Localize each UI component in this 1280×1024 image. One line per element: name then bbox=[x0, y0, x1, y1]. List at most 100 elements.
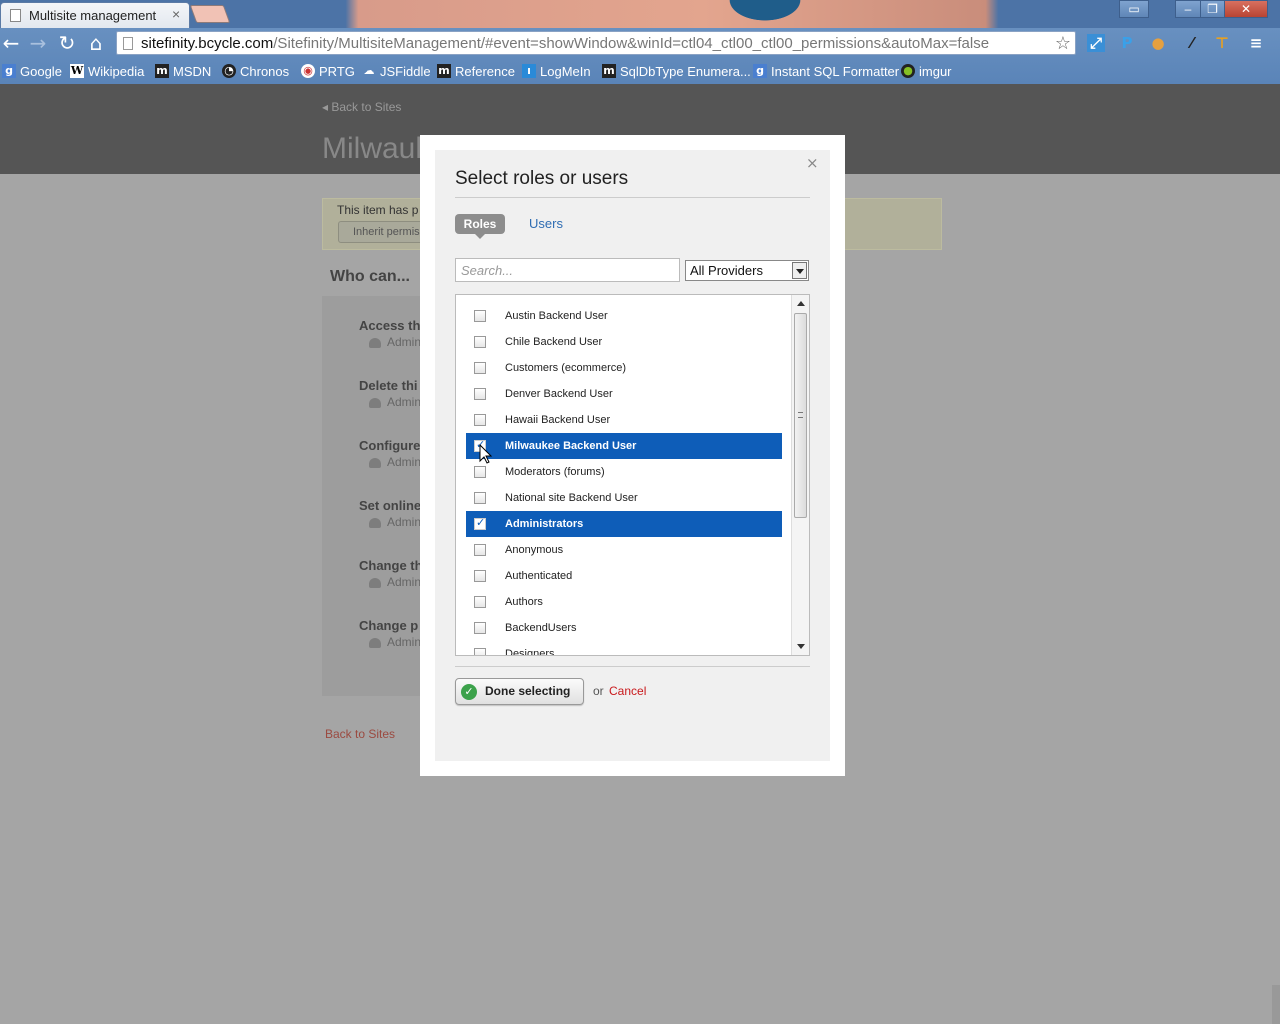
role-list-item[interactable]: Authenticated bbox=[466, 563, 782, 589]
bookmark-jsfiddle[interactable]: ☁ JSFiddle bbox=[362, 62, 431, 80]
new-tab-button[interactable] bbox=[189, 5, 231, 23]
chevron-down-icon[interactable] bbox=[792, 262, 807, 279]
url-text: sitefinity.bcycle.com/Sitefinity/Multisi… bbox=[141, 35, 990, 52]
role-list-item[interactable]: BackendUsers bbox=[466, 615, 782, 641]
role-checkbox[interactable] bbox=[474, 466, 486, 478]
tab-roles[interactable]: Roles bbox=[455, 214, 505, 234]
menu-icon[interactable]: ≡ bbox=[1247, 34, 1265, 52]
permission-name: Configure bbox=[359, 438, 421, 453]
role-label: Chile Backend User bbox=[505, 336, 603, 348]
permission-item[interactable]: Change p Admini bbox=[359, 618, 424, 649]
page-scrollbar[interactable] bbox=[1272, 985, 1280, 1024]
minimize-icon[interactable]: – bbox=[1175, 0, 1201, 18]
role-checkbox[interactable] bbox=[474, 648, 486, 655]
role-list-item[interactable]: Anonymous bbox=[466, 537, 782, 563]
bookmark-imgur[interactable]: ● imgur bbox=[901, 62, 952, 80]
back-to-sites-link-top[interactable]: ◂ Back to Sites bbox=[322, 100, 401, 114]
role-list-item[interactable]: Designers bbox=[466, 641, 782, 655]
users-icon bbox=[369, 637, 381, 648]
profile-icon[interactable]: ▭ bbox=[1119, 0, 1149, 18]
done-selecting-button[interactable]: ✓ Done selecting bbox=[455, 678, 584, 705]
back-to-sites-link-bottom[interactable]: Back to Sites bbox=[325, 727, 395, 741]
close-icon[interactable]: × bbox=[806, 154, 819, 172]
browser-tab-active[interactable]: Multisite management × bbox=[0, 2, 190, 28]
bookmark-msdn[interactable]: m MSDN bbox=[155, 62, 211, 80]
bookmark-prtg[interactable]: ◉ PRTG bbox=[301, 62, 355, 80]
role-list-item[interactable]: Hawaii Backend User bbox=[466, 407, 782, 433]
roles-list-scrollbar[interactable] bbox=[791, 295, 809, 655]
bookmark-logmein[interactable]: ı LogMeIn bbox=[522, 62, 591, 80]
bookmark-chronos[interactable]: ◔ Chronos bbox=[222, 62, 289, 80]
scroll-down-icon[interactable] bbox=[797, 644, 805, 649]
permission-item[interactable]: Delete thi Admini bbox=[359, 378, 424, 409]
permission-item[interactable]: Change th Admini bbox=[359, 558, 424, 589]
role-label: Administrators bbox=[505, 518, 584, 530]
scroll-up-icon[interactable] bbox=[797, 301, 805, 306]
bookmark-reference[interactable]: m Reference bbox=[437, 62, 515, 80]
close-window-icon[interactable]: ✕ bbox=[1224, 0, 1268, 18]
sqldbtype-icon: m bbox=[602, 64, 616, 78]
search-input[interactable] bbox=[455, 258, 680, 282]
users-icon bbox=[369, 337, 381, 348]
dialog-title: Select roles or users bbox=[455, 168, 629, 189]
role-list-item[interactable]: National site Backend User bbox=[466, 485, 782, 511]
home-icon[interactable]: ⌂ bbox=[85, 31, 107, 55]
role-list-item[interactable]: Moderators (forums) bbox=[466, 459, 782, 485]
role-checkbox[interactable] bbox=[474, 570, 486, 582]
role-checkbox[interactable] bbox=[474, 596, 486, 608]
restore-icon[interactable]: ❐ bbox=[1200, 0, 1225, 18]
role-list-item[interactable]: ✓ Milwaukee Backend User bbox=[466, 433, 782, 459]
role-checkbox[interactable] bbox=[474, 336, 486, 348]
provider-select[interactable]: All Providers bbox=[685, 260, 809, 281]
extension-resize-icon[interactable]: ⤢ bbox=[1087, 34, 1105, 52]
role-list-item[interactable]: Chile Backend User bbox=[466, 329, 782, 355]
done-selecting-label: Done selecting bbox=[485, 684, 571, 698]
role-label: Milwaukee Backend User bbox=[505, 440, 637, 452]
extension-eyedropper-icon[interactable]: ⁄ bbox=[1183, 34, 1201, 52]
reload-icon[interactable]: ↻ bbox=[56, 31, 78, 55]
role-checkbox[interactable]: ✓ bbox=[474, 438, 486, 452]
role-list-item[interactable]: Austin Backend User bbox=[466, 303, 782, 329]
role-checkbox[interactable] bbox=[474, 492, 486, 504]
role-label: Authors bbox=[505, 596, 543, 608]
users-icon bbox=[369, 517, 381, 528]
role-checkbox[interactable] bbox=[474, 362, 486, 374]
checkmark-icon: ✓ bbox=[476, 516, 486, 529]
cancel-link[interactable]: Cancel bbox=[609, 684, 646, 698]
permission-who: Admini bbox=[369, 335, 428, 349]
tab-close-icon[interactable]: × bbox=[172, 6, 180, 22]
bookmark-star-icon[interactable]: ☆ bbox=[1055, 33, 1071, 54]
permission-item[interactable]: Set online Admini bbox=[359, 498, 424, 529]
extension-p-icon[interactable]: P bbox=[1118, 34, 1136, 52]
role-checkbox[interactable] bbox=[474, 622, 486, 634]
role-checkbox[interactable] bbox=[474, 310, 486, 322]
permission-item[interactable]: Configure Admini bbox=[359, 438, 424, 469]
bookmark-google[interactable]: g Google bbox=[2, 62, 62, 80]
tab-users[interactable]: Users bbox=[529, 216, 563, 231]
scrollbar-thumb[interactable] bbox=[794, 313, 807, 518]
permission-item[interactable]: Access the Admini bbox=[359, 318, 428, 349]
permission-who: Admini bbox=[369, 515, 424, 529]
active-tab-pointer bbox=[475, 234, 485, 239]
roles-list[interactable]: Austin Backend User Chile Backend User Cus… bbox=[455, 294, 810, 656]
bookmark-instant-sql-formatter[interactable]: g Instant SQL Formatter bbox=[753, 62, 899, 80]
extension-cookie-icon[interactable]: ● bbox=[1149, 34, 1167, 52]
role-list-item[interactable]: Denver Backend User bbox=[466, 381, 782, 407]
bookmark-wikipedia[interactable]: W Wikipedia bbox=[70, 62, 144, 80]
role-checkbox[interactable] bbox=[474, 544, 486, 556]
role-checkbox[interactable]: ✓ bbox=[474, 516, 486, 530]
role-list-item[interactable]: Authors bbox=[466, 589, 782, 615]
role-list-item[interactable]: Customers (ecommerce) bbox=[466, 355, 782, 381]
forward-arrow-icon[interactable]: → bbox=[27, 31, 49, 55]
role-list-item[interactable]: ✓ Administrators bbox=[466, 511, 782, 537]
bookmark-sqldbtype[interactable]: m SqlDbType Enumera... bbox=[602, 62, 751, 80]
role-label: Customers (ecommerce) bbox=[505, 362, 627, 374]
divider bbox=[455, 666, 810, 667]
grip-icon bbox=[798, 412, 803, 418]
address-bar[interactable]: sitefinity.bcycle.com/Sitefinity/Multisi… bbox=[116, 31, 1076, 55]
back-arrow-icon[interactable]: ← bbox=[0, 31, 22, 55]
extension-tool-icon[interactable]: ⊤ bbox=[1213, 34, 1231, 52]
role-checkbox[interactable] bbox=[474, 414, 486, 426]
role-checkbox[interactable] bbox=[474, 388, 486, 400]
role-label: National site Backend User bbox=[505, 492, 638, 504]
